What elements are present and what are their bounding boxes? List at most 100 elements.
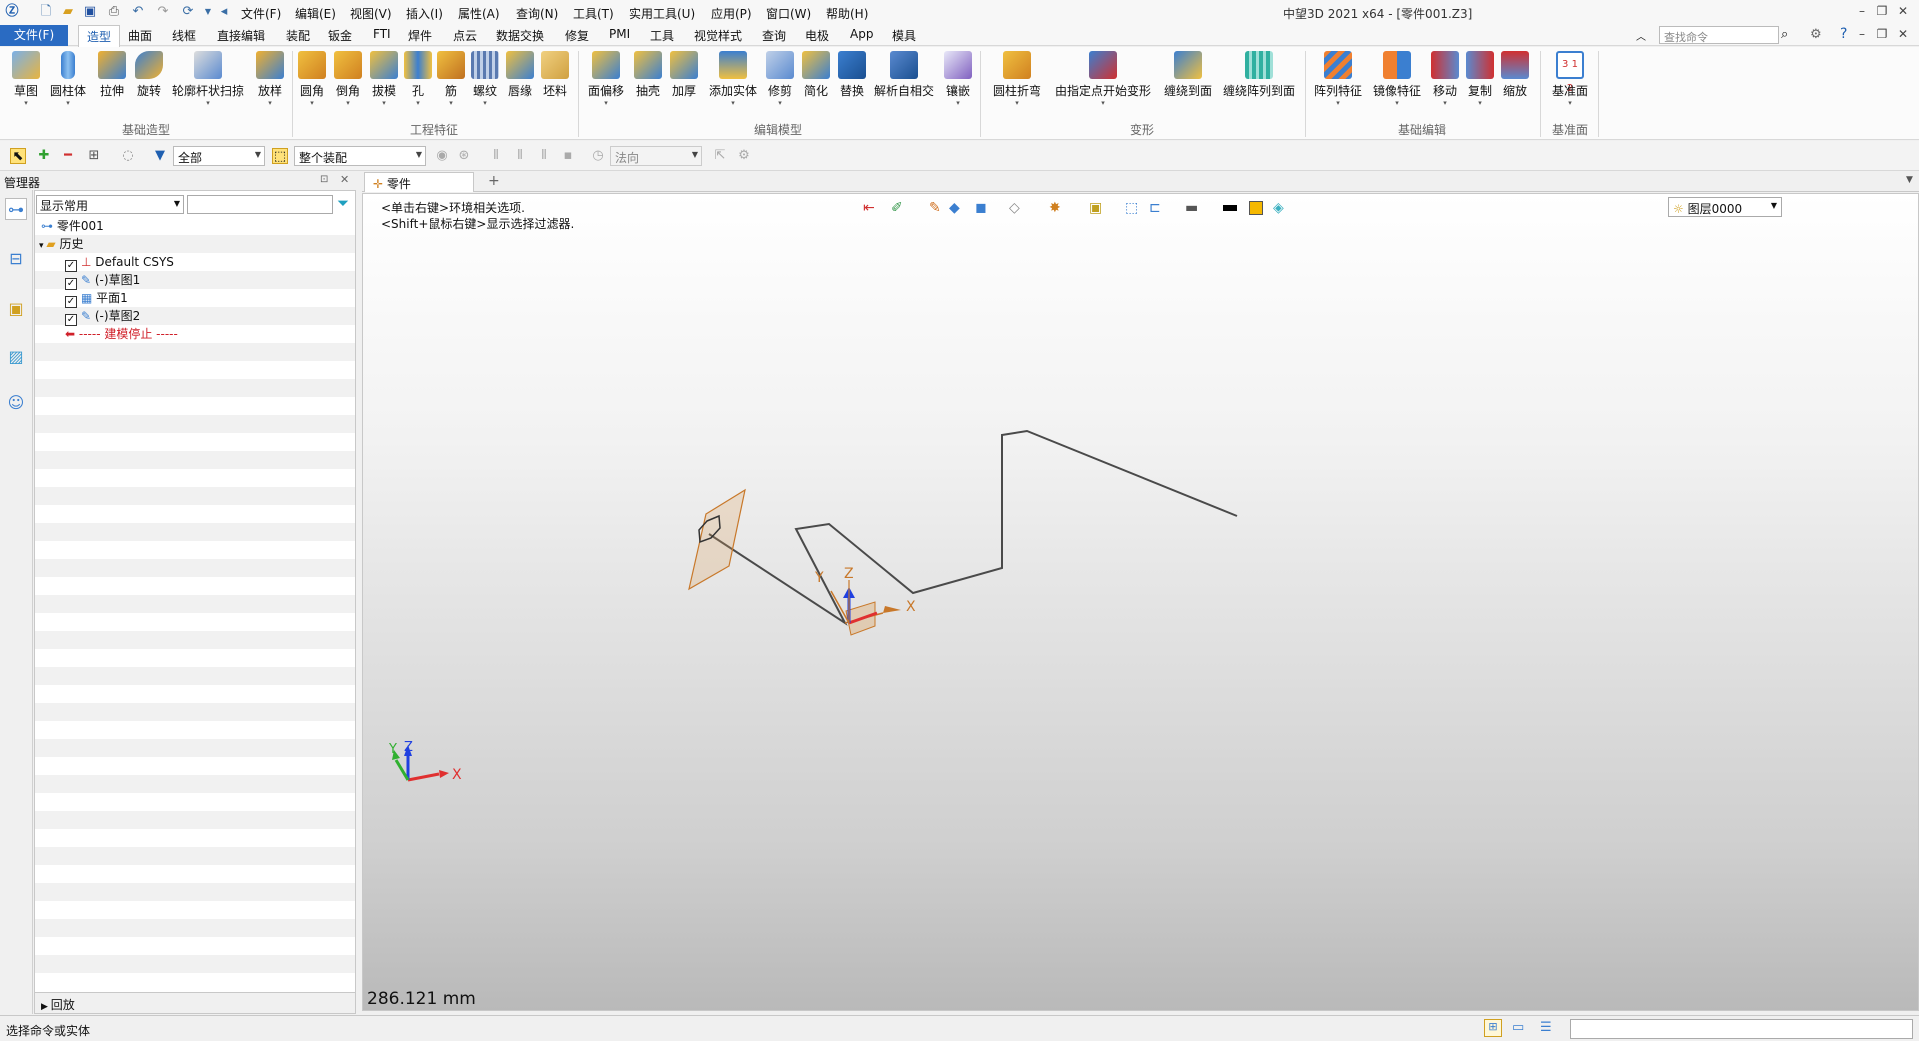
pick-icon[interactable]: ◉ [434,148,450,164]
collapse-ribbon-icon[interactable]: ︿ [1636,28,1646,43]
add-icon[interactable]: ✚ [36,148,52,164]
menu-view[interactable]: 视图(V) [350,5,392,22]
doc-restore-icon[interactable]: ❐ [1874,27,1890,43]
assembly-scope-select[interactable]: 整个装配 ▼ [294,146,426,166]
doc-minimize-icon[interactable]: – [1854,27,1870,43]
tab-modeling[interactable]: 造型 [78,25,121,48]
tree-item-plane1[interactable]: ✓ ▦ 平面1 [65,289,128,308]
tab-inquire[interactable]: 查询 [762,27,786,44]
open-folder-icon[interactable]: ▰ [60,4,76,20]
tool-mirror-feature[interactable]: 镜像特征 ▾ [1370,51,1424,107]
tool-wrap-to-face[interactable]: 缠绕到面 [1160,51,1216,99]
tool-simplify[interactable]: 简化 [800,51,832,99]
gear-icon[interactable]: ⚙ [1810,27,1822,42]
close-icon[interactable]: ✕ [1895,4,1911,20]
tab-sheet-metal[interactable]: 钣金 [328,27,352,44]
tool-cylinder-bend[interactable]: 圆柱折弯 ▾ [988,51,1046,107]
menu-window[interactable]: 窗口(W) [766,5,811,22]
menu-query[interactable]: 查询(N) [516,5,558,22]
tool-rib[interactable]: 筋 ▾ [437,51,465,107]
tool-revolve[interactable]: 旋转 [133,51,165,99]
tree-item-csys[interactable]: ✓ ⊥ Default CSYS [65,253,174,272]
file-tab[interactable]: 文件(F) [0,25,68,46]
restore-icon[interactable]: ❐ [1874,4,1890,20]
tab-repair[interactable]: 修复 [565,27,589,44]
tool-copy[interactable]: 复制 ▾ [1465,51,1495,107]
help-icon[interactable]: ? [1840,26,1847,42]
input-mode-icon[interactable]: ⊞ [1484,1019,1502,1037]
align-right-icon[interactable]: ⫴ [536,148,552,164]
tool-hole[interactable]: 孔 ▾ [404,51,432,107]
clock-icon[interactable]: ◷ [590,148,606,164]
save-icon[interactable]: ▣ [82,4,98,20]
tool-sketch[interactable]: 草图 ▾ [10,51,42,107]
tab-fti[interactable]: FTI [373,27,391,41]
tree-item-sketch1[interactable]: ✓ ✎ (-)草图1 [65,271,140,290]
tool-move[interactable]: 移动 ▾ [1430,51,1460,107]
remove-icon[interactable]: ━ [60,148,76,164]
redo-icon[interactable]: ↷ [155,4,171,20]
tool-face-offset[interactable]: 面偏移 ▾ [586,51,626,107]
menu-help[interactable]: 帮助(H) [826,5,868,22]
tool-deform-from-point[interactable]: 由指定点开始变形 ▾ [1052,51,1154,107]
part-icon[interactable]: ▣ [5,298,27,320]
chevron-down-icon[interactable]: ▼ [200,4,216,20]
settings-icon[interactable]: ⚙ [736,148,752,164]
tool-add-solid[interactable]: 添加实体 ▾ [705,51,761,107]
assembly-icon[interactable]: ⬚ [272,148,288,164]
tab-wireframe[interactable]: 线框 [172,27,196,44]
pin-icon[interactable]: ⊡ [320,174,328,185]
command-input[interactable] [1570,1019,1913,1039]
tool-fillet[interactable]: 圆角 ▾ [296,51,328,107]
align-left-icon[interactable]: ⫴ [488,148,504,164]
tree-item-sketch2[interactable]: ✓ ✎ (-)草图2 [65,307,140,326]
new-file-icon[interactable]: 🗋 [38,4,54,20]
tool-loft[interactable]: 放样 ▾ [254,51,286,107]
tab-pmi[interactable]: PMI [609,27,630,41]
tool-datum-plane[interactable]: 3 1 2 基准面 ▾ [1548,51,1592,107]
tree-history-node[interactable]: ▾ ▰ 历史 [39,235,83,253]
menu-apps[interactable]: 应用(P) [711,5,752,22]
minimize-icon[interactable]: – [1854,4,1870,20]
tool-chamfer[interactable]: 倒角 ▾ [332,51,364,107]
box-select-icon[interactable]: ⊞ [86,148,102,164]
tab-visual-style[interactable]: 视觉样式 [694,27,742,44]
snap-icon[interactable]: ⊛ [456,148,472,164]
tree-root[interactable]: ⊶ 零件001 [41,217,104,235]
tab-tools[interactable]: 工具 [650,27,674,44]
menu-attributes[interactable]: 属性(A) [458,5,500,22]
tool-replace[interactable]: 替换 [836,51,868,99]
tool-extrude[interactable]: 拉伸 [96,51,128,99]
tool-lip[interactable]: 唇缘 [505,51,535,99]
tab-data-exchange[interactable]: 数据交换 [496,27,544,44]
display-mode-select[interactable]: 显示常用 ▼ [36,195,184,214]
tab-mold[interactable]: 模具 [892,27,916,44]
menu-insert[interactable]: 插入(I) [406,5,443,22]
tab-point-cloud[interactable]: 点云 [453,27,477,44]
print-icon[interactable]: ⎙ [106,4,122,20]
tool-emboss[interactable]: 镶嵌 ▾ [942,51,974,107]
tool-wrap-pattern-to-face[interactable]: 缠绕阵列到面 [1220,51,1298,99]
cursor-icon[interactable]: ⇱ [712,148,728,164]
tool-draft[interactable]: 拔模 ▾ [368,51,400,107]
new-tab-icon[interactable]: + [488,173,500,189]
tool-scale[interactable]: 缩放 [1500,51,1530,99]
tool-thread[interactable]: 螺纹 ▾ [470,51,500,107]
document-tab[interactable]: ✛ 零件001.Z3✕ [364,172,474,206]
monitor-icon[interactable]: ▭ [1512,1020,1524,1035]
tool-shell[interactable]: 抽壳 [632,51,664,99]
menu-edit[interactable]: 编辑(E) [295,5,336,22]
tool-stock[interactable]: 坯料 [540,51,570,99]
search-icon[interactable]: ⌕ [1781,27,1788,42]
align-center-icon[interactable]: ⫴ [512,148,528,164]
tree-filter-input[interactable] [187,195,333,214]
tool-resolve-self-intersect[interactable]: 解析自相交 [872,51,936,99]
user-icon[interactable]: ☺ [5,392,27,414]
view-manager-icon[interactable]: ▨ [5,346,27,368]
history-tree-icon[interactable]: ⊶ [5,198,27,220]
undo-icon[interactable]: ↶ [130,4,146,20]
tab-surface[interactable]: 曲面 [128,27,152,44]
tab-electrode[interactable]: 电极 [805,27,829,44]
lasso-icon[interactable]: ◌ [120,148,136,164]
doc-close-icon[interactable]: ✕ [1895,27,1911,43]
